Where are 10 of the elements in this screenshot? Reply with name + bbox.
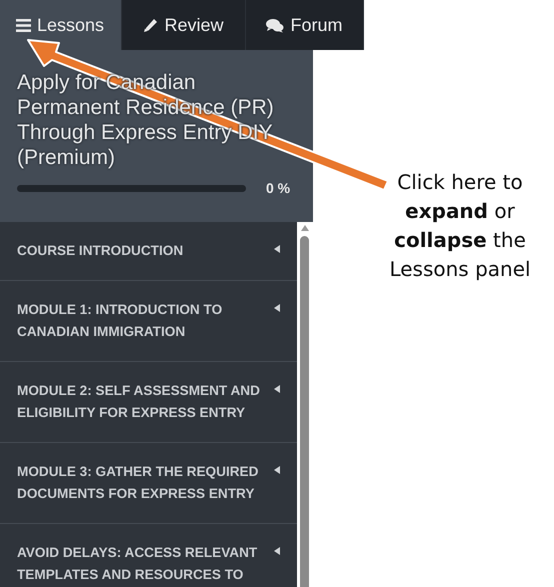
tab[interactable]: Review [122, 0, 246, 50]
pencil-icon [143, 18, 158, 32]
scroll-up-icon[interactable] [301, 225, 309, 231]
tab[interactable]: Forum [246, 0, 364, 50]
menu-icon [16, 18, 31, 32]
chat-icon [266, 18, 284, 32]
tab[interactable]: Lessons [0, 0, 122, 50]
scrollbar[interactable] [297, 222, 313, 587]
progress-percent: 0 % [266, 180, 290, 196]
callout-text: Click here to expand or collapse the Lessons panel [388, 169, 532, 283]
